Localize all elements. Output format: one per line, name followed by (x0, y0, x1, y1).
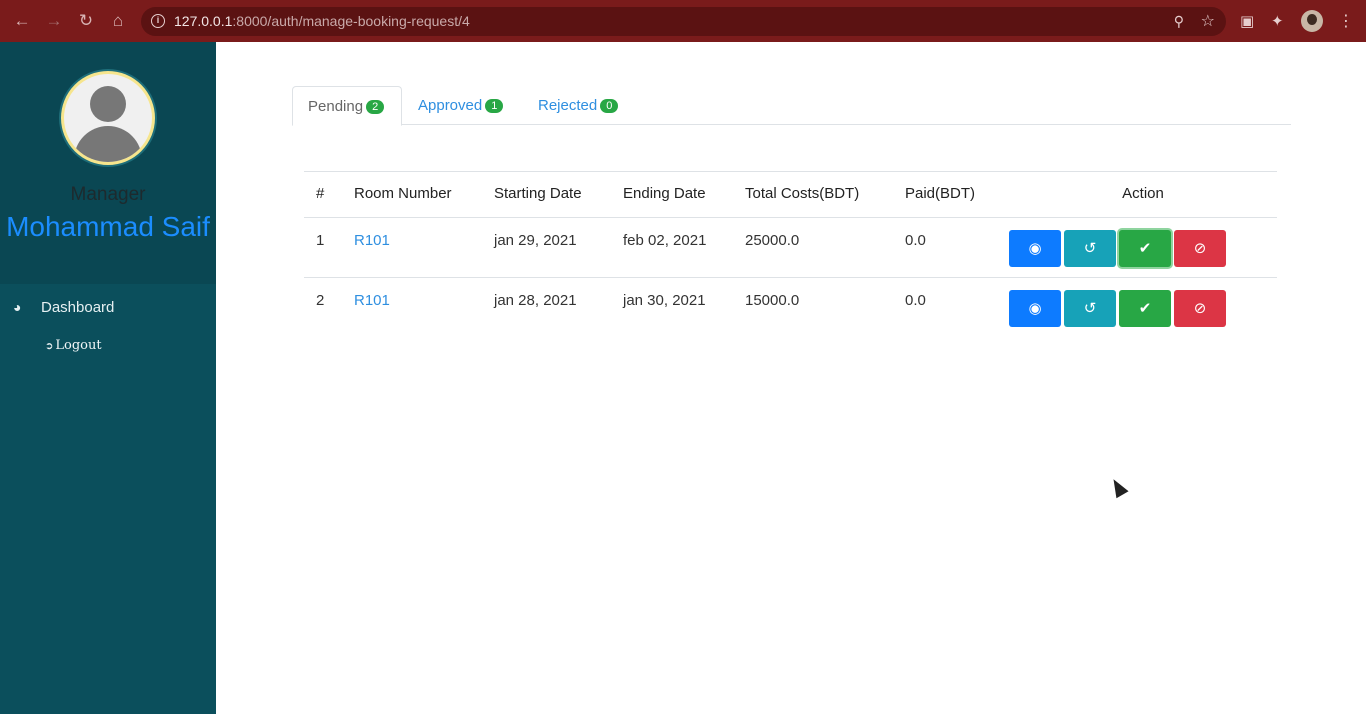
column-header: Starting Date (494, 171, 623, 218)
home-icon[interactable]: ⌂ (108, 11, 128, 31)
sidebar: Manager Mohammad Saif ◕ Dashboard ➲ Logout (0, 42, 216, 714)
column-header: Paid(BDT) (905, 171, 1009, 218)
ban-icon: ⊘ (1193, 300, 1207, 317)
sidebar-item-label: Dashboard (41, 299, 115, 316)
paid-amount: 0.0 (905, 277, 1009, 338)
ban-icon: ⊘ (1193, 240, 1207, 257)
url-text[interactable]: 127.0.0.1:8000/auth/manage-booking-reque… (174, 13, 470, 29)
eye-icon: ◉ (1028, 300, 1042, 317)
count-badge: 1 (485, 99, 504, 113)
room-number-link[interactable]: R101 (354, 292, 390, 309)
address-bar[interactable]: i 127.0.0.1:8000/auth/manage-booking-req… (141, 7, 1226, 36)
column-header: Room Number (354, 171, 494, 218)
ending-date: feb 02, 2021 (623, 217, 745, 278)
reload-icon[interactable]: ↻ (76, 11, 96, 31)
tab-label: Pending (308, 98, 364, 115)
check-icon: ✔ (1138, 240, 1152, 257)
view-button[interactable]: ◉ (1009, 290, 1061, 327)
approve-button[interactable]: ✔ (1119, 230, 1171, 267)
column-header: Total Costs(BDT) (745, 171, 905, 218)
history-button[interactable]: ↺ (1064, 230, 1116, 267)
history-button[interactable]: ↺ (1064, 290, 1116, 327)
paid-amount: 0.0 (905, 217, 1009, 278)
zoom-icon[interactable]: ⚲ (1174, 13, 1184, 30)
user-role: Manager (70, 184, 146, 205)
sidebar-item-label: Logout (55, 338, 102, 353)
ending-date: jan 30, 2021 (623, 277, 745, 338)
profile-avatar[interactable] (1301, 10, 1323, 32)
check-icon: ✔ (1138, 300, 1152, 317)
table-row: 1 R101 jan 29, 2021 feb 02, 2021 25000.0… (304, 217, 1277, 278)
action-cell: ◉ ↺ ✔ ⊘ (1009, 277, 1277, 338)
booking-requests-table: # Room Number Starting Date Ending Date … (304, 171, 1277, 338)
column-header: # (304, 171, 354, 218)
site-info-icon[interactable]: i (151, 14, 165, 28)
starting-date: jan 29, 2021 (494, 217, 623, 278)
sidebar-item-dashboard[interactable]: ◕ Dashboard (13, 299, 114, 316)
back-arrow-icon[interactable]: ← (12, 11, 32, 31)
room-number-link[interactable]: R101 (354, 232, 390, 249)
approve-button[interactable]: ✔ (1119, 290, 1171, 327)
sidebar-item-logout[interactable]: ➲ Logout (45, 338, 102, 353)
table-header-row: # Room Number Starting Date Ending Date … (304, 171, 1277, 218)
bookmark-star-icon[interactable]: ☆ (1201, 11, 1215, 31)
total-cost: 25000.0 (745, 217, 905, 278)
reject-button[interactable]: ⊘ (1174, 230, 1226, 267)
column-header: Ending Date (623, 171, 745, 218)
sidebar-profile-panel: Manager Mohammad Saif (0, 42, 216, 284)
tachometer-icon: ◕ (13, 299, 22, 315)
extensions-puzzle-icon[interactable]: ✦ (1271, 12, 1284, 30)
reject-button[interactable]: ⊘ (1174, 290, 1226, 327)
sign-out-icon: ➲ (45, 341, 54, 352)
tab-pending[interactable]: Pending 2 (292, 86, 402, 126)
eye-icon: ◉ (1028, 240, 1042, 257)
action-cell: ◉ ↺ ✔ ⊘ (1009, 217, 1277, 278)
row-number: 1 (304, 217, 354, 278)
row-number: 2 (304, 277, 354, 338)
avatar (61, 71, 155, 165)
history-icon: ↺ (1083, 240, 1097, 257)
tab-label: Approved (418, 97, 483, 114)
reading-list-icon[interactable]: ▣ (1240, 12, 1254, 30)
count-badge: 0 (600, 99, 619, 113)
tab-rejected[interactable]: Rejected 0 (523, 86, 633, 125)
total-cost: 15000.0 (745, 277, 905, 338)
table-row: 2 R101 jan 28, 2021 jan 30, 2021 15000.0… (304, 277, 1277, 338)
avatar-body-shape (74, 126, 142, 162)
browser-toolbar: ← → ↻ ⌂ i 127.0.0.1:8000/auth/manage-boo… (0, 0, 1366, 42)
forward-arrow-icon[interactable]: → (44, 11, 64, 31)
history-icon: ↺ (1083, 300, 1097, 317)
booking-status-tabs: Pending 2 Approved 1 Rejected 0 (292, 86, 1291, 126)
tab-label: Rejected (538, 97, 598, 114)
browser-menu-icon[interactable]: ⋮ (1338, 11, 1354, 31)
mouse-cursor (1107, 475, 1129, 499)
view-button[interactable]: ◉ (1009, 230, 1061, 267)
user-name: Mohammad Saif (6, 211, 210, 242)
avatar-head-shape (90, 86, 126, 122)
tab-approved[interactable]: Approved 1 (403, 86, 518, 125)
starting-date: jan 28, 2021 (494, 277, 623, 338)
count-badge: 2 (366, 100, 385, 114)
column-header: Action (1009, 171, 1277, 218)
